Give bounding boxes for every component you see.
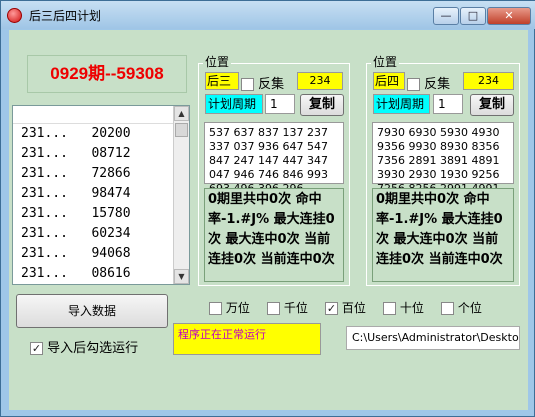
group1-copy-button[interactable]: 复制 xyxy=(300,94,344,116)
place-label-shi: 十位 xyxy=(399,301,424,315)
issue-cell: 231... xyxy=(21,126,68,141)
app-icon xyxy=(7,8,22,23)
place-option-bai[interactable]: ✓ 百位 xyxy=(325,299,366,316)
group2-position[interactable]: 后四 xyxy=(373,72,405,90)
place-checkbox-qian[interactable] xyxy=(267,302,280,315)
list-item[interactable]: 231... 60234 xyxy=(13,224,189,244)
auto-run-checkbox[interactable]: ✓ xyxy=(30,342,43,355)
list-item[interactable]: 231... 94068 xyxy=(13,244,189,264)
number-cell: 15780 xyxy=(91,206,131,221)
group1-reverse-label: 反集 xyxy=(258,77,285,92)
place-label-ge: 个位 xyxy=(457,301,482,315)
close-button[interactable]: ✕ xyxy=(487,7,531,25)
list-scrollbar[interactable]: ▲ ▼ xyxy=(173,106,189,284)
group2-code-field[interactable]: 234 xyxy=(463,72,514,90)
group1-reverse-option[interactable]: 反集 xyxy=(241,73,284,92)
group2-number-list[interactable]: 7930 6930 5930 4930 9356 9930 8930 8356 … xyxy=(372,122,514,195)
group2-stats: 0期里共中0次 命中率-1.#J% 最大连挂0次 最大连中0次 当前连挂0次 当… xyxy=(372,188,514,282)
list-header xyxy=(13,106,189,124)
number-cell: 94068 xyxy=(91,246,131,261)
history-rows: 231... 20200 231... 08712 231... 72866 2… xyxy=(13,124,189,284)
scroll-down-icon[interactable]: ▼ xyxy=(174,269,189,284)
window-title: 后三后四计划 xyxy=(29,9,102,23)
group2-cycle-field[interactable]: 1 xyxy=(433,94,463,114)
group1-title: 位置 xyxy=(203,53,232,70)
auto-run-label: 导入后勾选运行 xyxy=(47,341,139,356)
title-bar[interactable]: 后三后四计划 — □ ✕ xyxy=(1,1,535,29)
issue-cell: 231... xyxy=(21,146,68,161)
list-item[interactable]: 231... 08712 xyxy=(13,144,189,164)
minimize-button[interactable]: — xyxy=(433,7,459,25)
app-window: 后三后四计划 — □ ✕ 0929期--59308 231... 20200 2… xyxy=(0,0,535,417)
client-area: 0929期--59308 231... 20200 231... 08712 2… xyxy=(9,30,528,410)
issue-cell: 231... xyxy=(21,266,68,281)
status-text: 程序正在正常运行 xyxy=(173,323,321,355)
group1-cycle-field[interactable]: 1 xyxy=(265,94,295,114)
group2-title: 位置 xyxy=(371,53,400,70)
number-cell: 20200 xyxy=(91,126,131,141)
place-label-wan: 万位 xyxy=(225,301,250,315)
place-label-qian: 千位 xyxy=(283,301,308,315)
place-option-qian[interactable]: 千位 xyxy=(267,299,308,316)
place-option-ge[interactable]: 个位 xyxy=(441,299,482,316)
group2-copy-button[interactable]: 复制 xyxy=(470,94,514,116)
group2-cycle-label: 计划周期 xyxy=(373,94,430,114)
period-display: 0929期--59308 xyxy=(27,55,187,93)
list-item[interactable]: 231... 98474 xyxy=(13,184,189,204)
list-item[interactable]: 231... 20200 xyxy=(13,124,189,144)
group1-stats: 0期里共中0次 命中率-1.#J% 最大连挂0次 最大连中0次 当前连挂0次 当… xyxy=(204,188,344,282)
group1-code-field[interactable]: 234 xyxy=(297,72,343,90)
number-cell: 98474 xyxy=(91,186,131,201)
place-checkbox-bai[interactable]: ✓ xyxy=(325,302,338,315)
number-cell: 08616 xyxy=(91,266,131,281)
number-cell: 72866 xyxy=(91,166,131,181)
group2-reverse-label: 反集 xyxy=(424,77,451,92)
issue-cell: 231... xyxy=(21,206,68,221)
import-data-button[interactable]: 导入数据 xyxy=(16,294,168,328)
place-option-shi[interactable]: 十位 xyxy=(383,299,424,316)
place-option-wan[interactable]: 万位 xyxy=(209,299,250,316)
place-checkbox-shi[interactable] xyxy=(383,302,396,315)
number-cell: 60234 xyxy=(91,226,131,241)
issue-cell: 231... xyxy=(21,166,68,181)
list-item[interactable]: 231... 15780 xyxy=(13,204,189,224)
place-checkbox-wan[interactable] xyxy=(209,302,222,315)
group1-reverse-checkbox[interactable] xyxy=(241,78,254,91)
history-list[interactable]: 231... 20200 231... 08712 231... 72866 2… xyxy=(12,105,190,285)
place-label-bai: 百位 xyxy=(341,301,366,315)
number-cell: 08712 xyxy=(91,146,131,161)
group1-position[interactable]: 后三 xyxy=(205,72,239,90)
list-item[interactable]: 231... 72866 xyxy=(13,164,189,184)
auto-run-option[interactable]: ✓ 导入后勾选运行 xyxy=(30,337,138,356)
group2-reverse-option[interactable]: 反集 xyxy=(407,73,450,92)
issue-cell: 231... xyxy=(21,186,68,201)
group1-cycle-label: 计划周期 xyxy=(205,94,263,114)
scroll-up-icon[interactable]: ▲ xyxy=(174,106,189,121)
group1-number-list[interactable]: 537 637 837 137 237 337 037 936 647 547 … xyxy=(204,122,344,195)
file-path-field[interactable]: C:\Users\Administrator\Deskto xyxy=(346,326,520,350)
list-item[interactable]: 231... 08616 xyxy=(13,264,189,284)
issue-cell: 231... xyxy=(21,226,68,241)
maximize-button[interactable]: □ xyxy=(460,7,486,25)
place-checkbox-ge[interactable] xyxy=(441,302,454,315)
scroll-thumb[interactable] xyxy=(175,123,188,137)
group2-reverse-checkbox[interactable] xyxy=(407,78,420,91)
issue-cell: 231... xyxy=(21,246,68,261)
